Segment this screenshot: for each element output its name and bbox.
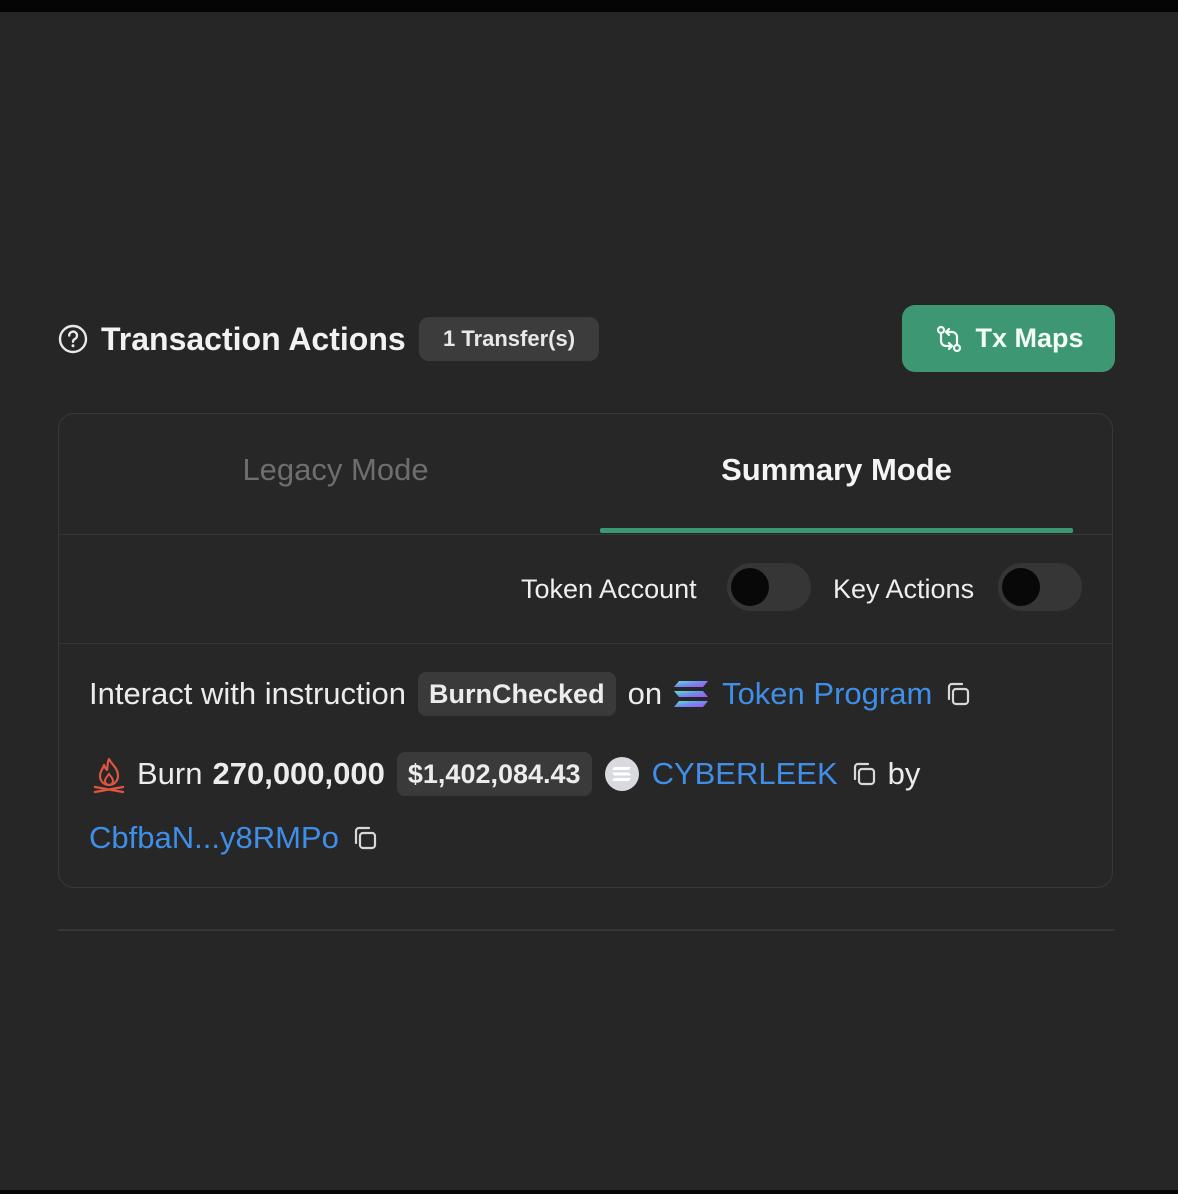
transfer-count-badge: 1 Transfer(s) xyxy=(419,317,600,361)
copy-icon[interactable] xyxy=(944,680,972,708)
on-text: on xyxy=(627,676,663,711)
burn-action-line: Burn 270,000,000 $1,402,084.43 CYBERLEEK… xyxy=(89,750,920,798)
swap-arrows-icon xyxy=(937,325,962,352)
token-logo-icon xyxy=(604,757,639,791)
account-address-link[interactable]: CbfbaN...y8RMPo xyxy=(89,820,339,856)
instruction-line: Interact with instruction BurnChecked on… xyxy=(89,670,972,718)
top-edge-bar xyxy=(0,0,1178,12)
tab-legacy-mode[interactable]: Legacy Mode xyxy=(99,450,572,490)
active-tab-indicator xyxy=(600,528,1073,533)
section-divider xyxy=(58,929,1115,931)
account-line: CbfbaN...y8RMPo xyxy=(89,814,379,862)
question-circle-icon[interactable] xyxy=(58,324,88,354)
bottom-edge-bar xyxy=(0,1190,1178,1194)
filter-toggles: Token Account Key Actions xyxy=(59,535,1112,644)
instruction-name-badge: BurnChecked xyxy=(418,672,616,716)
toggle-knob xyxy=(1002,568,1040,606)
solana-icon xyxy=(674,681,709,707)
token-account-toggle[interactable] xyxy=(727,563,811,611)
transaction-actions-header: Transaction Actions 1 Transfer(s) Tx Map… xyxy=(58,305,1115,373)
key-actions-label: Key Actions xyxy=(833,574,975,604)
by-text: by xyxy=(887,756,921,791)
token-name-link[interactable]: CYBERLEEK xyxy=(652,756,838,792)
mode-tabs: Legacy Mode Summary Mode xyxy=(59,414,1112,535)
tx-maps-button[interactable]: Tx Maps xyxy=(902,305,1115,372)
usd-value-badge: $1,402,084.43 xyxy=(396,752,592,796)
tab-summary-mode[interactable]: Summary Mode xyxy=(600,450,1073,490)
copy-icon[interactable] xyxy=(351,824,379,852)
actions-card: Legacy Mode Summary Mode Token Account K… xyxy=(58,413,1113,888)
burn-amount: 270,000,000 xyxy=(212,756,385,791)
campfire-icon xyxy=(93,757,125,794)
action-verb: Burn xyxy=(137,756,203,791)
instruction-prefix: Interact with instruction xyxy=(89,676,407,711)
page-title: Transaction Actions xyxy=(101,321,406,357)
key-actions-toggle[interactable] xyxy=(998,563,1082,611)
copy-icon[interactable] xyxy=(850,760,878,788)
token-program-link[interactable]: Token Program xyxy=(722,676,932,712)
toggle-knob xyxy=(731,568,769,606)
tx-maps-label: Tx Maps xyxy=(975,323,1084,353)
token-account-label: Token Account xyxy=(521,574,697,604)
